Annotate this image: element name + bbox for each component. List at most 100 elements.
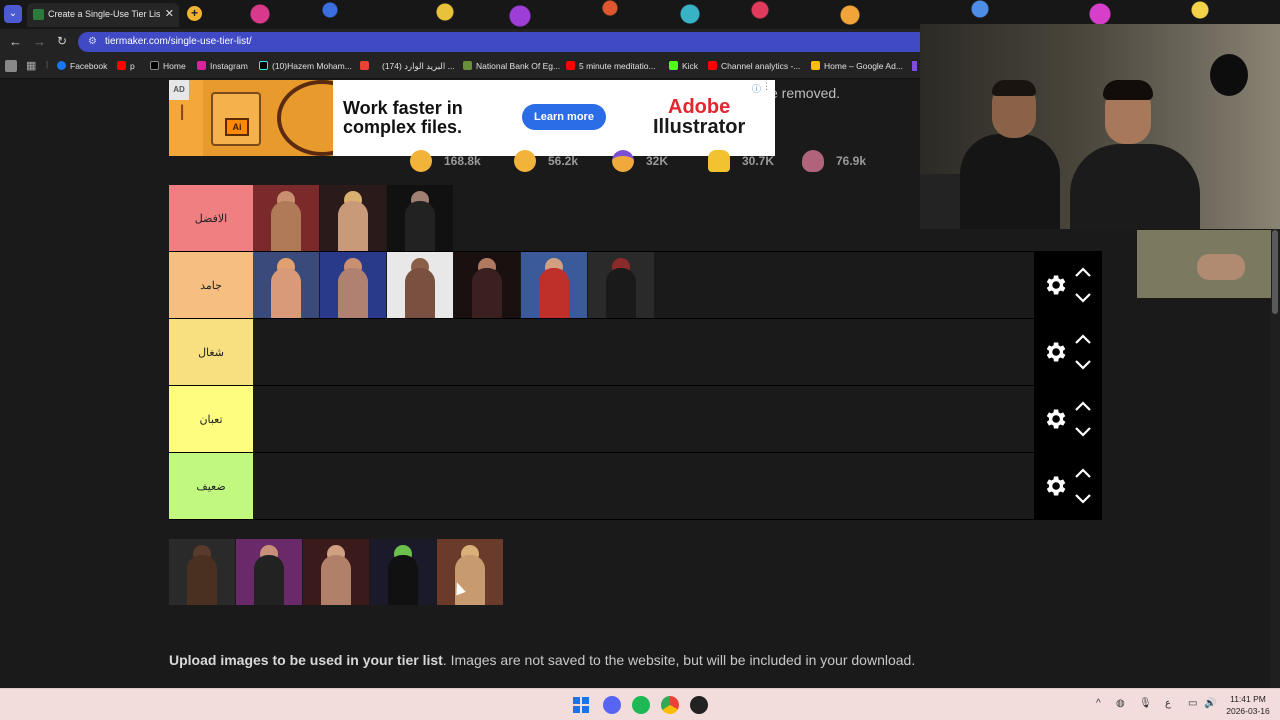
tier-label[interactable]: الافضل [169,185,253,251]
ad-brand: Adobe Illustrator [653,97,745,137]
tier-row-3: شغال [169,319,1102,386]
move-down-icon[interactable] [1074,292,1092,304]
tier-content[interactable] [253,453,1034,519]
reaction-cool[interactable]: 32K [604,146,692,176]
discord-icon[interactable] [603,696,621,714]
tab-menu-button[interactable]: ⌄ [4,5,22,23]
ad-brand-line2: Illustrator [653,116,746,138]
scroll-thumb[interactable] [1272,230,1278,314]
wrestler-card[interactable] [521,252,587,318]
wrestler-card[interactable] [253,252,319,318]
secondary-camera-overlay [1137,230,1271,298]
site-info-icon[interactable]: ⚙ [88,36,97,47]
poop-emoji-icon [802,150,824,172]
gear-icon[interactable] [1042,339,1068,365]
bookmark-meditation[interactable]: 5 minute meditatio... [566,61,656,71]
tier-controls [1034,252,1102,319]
unranked-image-pool[interactable] [169,539,503,606]
microphone-icon[interactable]: 🎙 [1139,698,1152,709]
reload-icon[interactable]: ↻ [57,34,67,48]
wrestler-card[interactable] [320,185,386,251]
ad-banner[interactable]: I Ai AD ⓘ ⋮ Work faster in complex files… [169,80,775,156]
tier-label[interactable]: تعبان [169,386,253,452]
volume-icon[interactable]: 🔊 [1204,698,1216,709]
illustrator-logo-icon: Ai [225,118,249,136]
windows-taskbar: ^ ◍ 🎙 ع ▭ 🔊 11:41 PM 2026-03-16 [0,688,1280,720]
wrestler-card[interactable] [320,252,386,318]
move-down-icon[interactable] [1074,359,1092,371]
address-bar[interactable]: ⚙ tiermaker.com/single-use-tier-list/ [78,32,920,52]
tier-controls [1034,319,1102,386]
wrestler-card[interactable] [387,252,453,318]
bookmark-instagram[interactable]: Instagram [197,61,248,71]
reaction-laugh[interactable]: 168.8k [402,146,490,176]
bookmark-youtube-p[interactable]: p [117,61,135,71]
bookmark-channel-analytics[interactable]: Channel analytics -... [708,61,800,71]
move-up-icon[interactable] [1074,400,1092,412]
gear-icon[interactable] [1042,406,1068,432]
wrestler-card[interactable] [437,539,503,605]
tier-label[interactable]: ضعيف [169,453,253,519]
bookmark-facebook[interactable]: Facebook [57,61,107,71]
reaction-poop[interactable]: 76.9k [794,146,882,176]
tab-close-icon[interactable]: ✕ [165,7,174,20]
tier-content[interactable] [253,185,1034,251]
move-up-icon[interactable] [1074,333,1092,345]
browser-tab-active[interactable]: Create a Single-Use Tier List (P ✕ [27,3,179,27]
bookmark-gmail[interactable] [360,61,373,71]
url-text[interactable]: tiermaker.com/single-use-tier-list/ [105,36,252,47]
tier-label[interactable]: جامد [169,252,253,318]
wrestler-card[interactable] [303,539,369,605]
clock-date: 2026-03-16 [1226,706,1270,716]
tier-controls [1034,386,1102,453]
tier-row-4: تعبان [169,386,1102,453]
new-tab-button[interactable]: + [187,6,202,21]
wrestler-card[interactable] [588,252,654,318]
tier-content[interactable] [253,319,1034,385]
gear-icon[interactable] [1042,473,1068,499]
bookmark-tiktok[interactable]: (10)Hazem Moham... [259,61,352,71]
wrestler-card[interactable] [454,252,520,318]
chrome-icon[interactable] [661,696,679,714]
language-indicator[interactable]: ع [1165,698,1171,709]
network-icon[interactable]: ◍ [1116,698,1125,709]
clock[interactable]: 11:41 PM 2026-03-16 [1222,693,1274,717]
ad-info-icon[interactable]: ⓘ [752,82,761,95]
wrestler-card[interactable] [236,539,302,605]
move-up-icon[interactable] [1074,467,1092,479]
wrestler-card[interactable] [169,539,235,605]
move-down-icon[interactable] [1074,493,1092,505]
tier-label[interactable]: شغال [169,319,253,385]
apps-icon[interactable] [5,60,17,72]
tier-content[interactable] [253,386,1034,452]
bookmark-google-ads[interactable]: Home – Google Ad... [811,61,903,71]
grid-icon[interactable]: ▦ [26,59,36,72]
gear-icon[interactable] [1042,272,1068,298]
back-arrow-icon[interactable]: ← [9,34,22,49]
display-icon[interactable]: ▭ [1188,698,1197,709]
wrestler-card[interactable] [370,539,436,605]
bookmark-national-bank[interactable]: National Bank Of Eg... [463,61,560,71]
ad-headline: Work faster in complex files. [343,99,463,137]
bookmark-kick[interactable]: Kick [669,61,698,71]
forward-arrow-icon[interactable]: → [33,34,46,49]
ad-more-icon[interactable]: ⋮ [762,81,771,92]
bookmark-overflow-icon[interactable] [912,61,917,71]
wrestler-card[interactable] [387,185,453,251]
wrestler-card[interactable] [253,185,319,251]
move-down-icon[interactable] [1074,426,1092,438]
reaction-hands[interactable]: 30.7K [700,146,788,176]
grin-emoji-icon [514,150,536,172]
ad-brand-line1: Adobe [668,96,731,118]
windows-start-icon[interactable] [573,697,589,713]
move-up-icon[interactable] [1074,266,1092,278]
app-icon[interactable] [690,696,708,714]
bookmark-inbox[interactable]: (174) البريد الوارد ... [382,61,455,72]
bookmark-x-home[interactable]: Home [150,61,186,71]
ad-headline-line2: complex files. [343,117,463,137]
spotify-icon[interactable] [632,696,650,714]
reaction-grin[interactable]: 56.2k [506,146,594,176]
ad-learn-more-button[interactable]: Learn more [522,104,606,130]
tray-overflow-icon[interactable]: ^ [1096,698,1101,709]
tier-content[interactable] [253,252,1034,318]
